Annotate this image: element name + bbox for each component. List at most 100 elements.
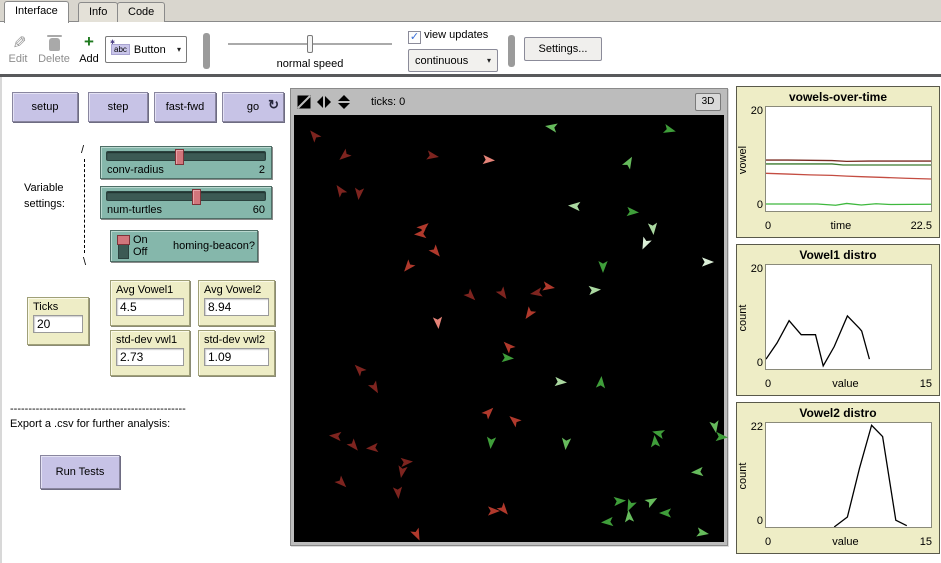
- plot-line-vowel2-high: [766, 160, 931, 161]
- widget-type-value: Button: [134, 44, 166, 56]
- turtle: [646, 222, 660, 236]
- turtle: [626, 204, 640, 218]
- x-axis-label: value: [832, 536, 858, 548]
- y-max-label: 20: [739, 263, 763, 275]
- conv-radius-slider[interactable]: conv-radius 2: [100, 146, 272, 179]
- setup-button[interactable]: setup: [12, 92, 78, 122]
- threed-button[interactable]: 3D: [695, 93, 721, 111]
- interface-canvas: setup step fast-fwd go ↻ Variable settin…: [0, 77, 941, 563]
- turtle: [398, 258, 416, 276]
- monitor-label: Ticks: [33, 301, 83, 313]
- turtle: [559, 437, 573, 451]
- switch-knob[interactable]: [117, 235, 130, 245]
- turtle: [394, 464, 409, 479]
- tab-code[interactable]: Code: [117, 2, 165, 22]
- view-updates-label: view updates: [424, 29, 488, 41]
- delete-button[interactable]: Delete: [36, 31, 72, 65]
- plus-icon: +: [76, 31, 102, 53]
- turtle: [426, 149, 441, 164]
- turtle: [541, 279, 556, 294]
- add-button[interactable]: + Add: [76, 31, 102, 65]
- speed-slider: normal speed: [228, 31, 392, 71]
- slider-handle[interactable]: [192, 189, 201, 205]
- monitor-label: Avg Vowel2: [204, 284, 269, 296]
- vowel1-distro-plot: Vowel1 distro 20 count 0 0 value 15: [736, 244, 940, 396]
- speed-slider-label: normal speed: [228, 58, 392, 70]
- slider-handle[interactable]: [175, 149, 184, 165]
- forever-loop-icon: ↻: [268, 91, 279, 119]
- x-max-label: 15: [920, 536, 932, 548]
- tab-interface[interactable]: Interface: [4, 1, 69, 23]
- x-min-label: 0: [765, 378, 771, 390]
- view-updates-checkbox[interactable]: ✓: [408, 31, 421, 44]
- x-max-label: 15: [920, 378, 932, 390]
- turtle: [505, 411, 523, 429]
- plot-title: Vowel1 distro: [737, 248, 939, 262]
- world-canvas[interactable]: [294, 115, 724, 542]
- monitor-label: std-dev vwl1: [116, 334, 184, 346]
- toolbar-separator: [508, 35, 515, 67]
- slider-name: num-turtles: [107, 204, 162, 216]
- fast-fwd-button[interactable]: fast-fwd: [154, 92, 216, 122]
- step-button[interactable]: step: [88, 92, 148, 122]
- turtle: [662, 122, 678, 138]
- turtle: [484, 435, 498, 449]
- turtle: [715, 430, 729, 444]
- homing-beacon-switch[interactable]: On Off homing-beacon?: [110, 230, 258, 262]
- run-tests-button[interactable]: Run Tests: [40, 455, 120, 489]
- speed-slider-handle[interactable]: [307, 35, 313, 53]
- std-dev-vwl2-monitor: std-dev vwl2 1.09: [198, 330, 275, 376]
- plot-area: [765, 264, 932, 370]
- monitor-value: 4.5: [116, 298, 184, 316]
- switch-onoff-labels: On Off: [133, 234, 148, 258]
- delete-label: Delete: [38, 53, 70, 65]
- monitor-value: 2.73: [116, 348, 184, 366]
- turtle: [349, 359, 367, 377]
- world-view: ticks: 0 3D: [290, 88, 728, 546]
- slider-value: 60: [253, 204, 265, 216]
- vertical-arrows-icon[interactable]: [337, 95, 351, 109]
- turtle: [529, 286, 544, 301]
- turtle: [637, 236, 654, 253]
- toolbar: ✎ Edit Delete + Add abc Button ▾ normal …: [0, 23, 941, 77]
- turtle: [335, 146, 353, 164]
- origin-icon[interactable]: [297, 95, 311, 109]
- update-mode-value: continuous: [415, 55, 468, 67]
- widget-type-dropdown[interactable]: abc Button ▾: [105, 36, 187, 63]
- switch-track[interactable]: [118, 235, 129, 259]
- y-axis-label: vowel: [737, 140, 749, 180]
- turtle: [543, 119, 558, 134]
- go-button[interactable]: go ↻: [222, 92, 284, 122]
- chevron-down-icon: ▾: [177, 45, 181, 54]
- plot-line-vowel2-green: [766, 164, 931, 165]
- tab-info[interactable]: Info: [78, 2, 118, 22]
- turtle: [480, 403, 498, 421]
- update-mode-dropdown[interactable]: continuous ▾: [408, 49, 498, 72]
- settings-button[interactable]: Settings...: [524, 37, 602, 61]
- plot-title: vowels-over-time: [737, 90, 939, 104]
- edit-button[interactable]: ✎ Edit: [4, 31, 32, 65]
- x-axis-row: 0 value 15: [765, 536, 932, 548]
- netlogo-window: Interface Info Code ✎ Edit Delete + Add …: [0, 0, 941, 563]
- y-axis-label: count: [737, 456, 749, 496]
- abc-widget-icon: abc: [111, 44, 130, 55]
- num-turtles-slider[interactable]: num-turtles 60: [100, 186, 272, 219]
- turtle: [333, 473, 351, 491]
- turtle: [331, 181, 349, 199]
- turtle: [366, 379, 384, 397]
- horizontal-arrows-icon[interactable]: [317, 95, 331, 109]
- slider-name: conv-radius: [107, 164, 164, 176]
- chevron-down-icon: ▾: [487, 56, 491, 65]
- turtle: [621, 509, 635, 523]
- turtle: [365, 441, 379, 455]
- turtle: [494, 285, 512, 303]
- trash-icon: [36, 31, 72, 53]
- x-axis-row: 0 time 22.5: [765, 220, 932, 232]
- export-note: ----------------------------------------…: [10, 403, 240, 430]
- turtle: [695, 526, 710, 541]
- turtle: [391, 486, 405, 500]
- turtle: [413, 227, 427, 241]
- slider-track: [106, 191, 266, 201]
- turtle: [566, 198, 580, 212]
- turtle: [554, 375, 568, 389]
